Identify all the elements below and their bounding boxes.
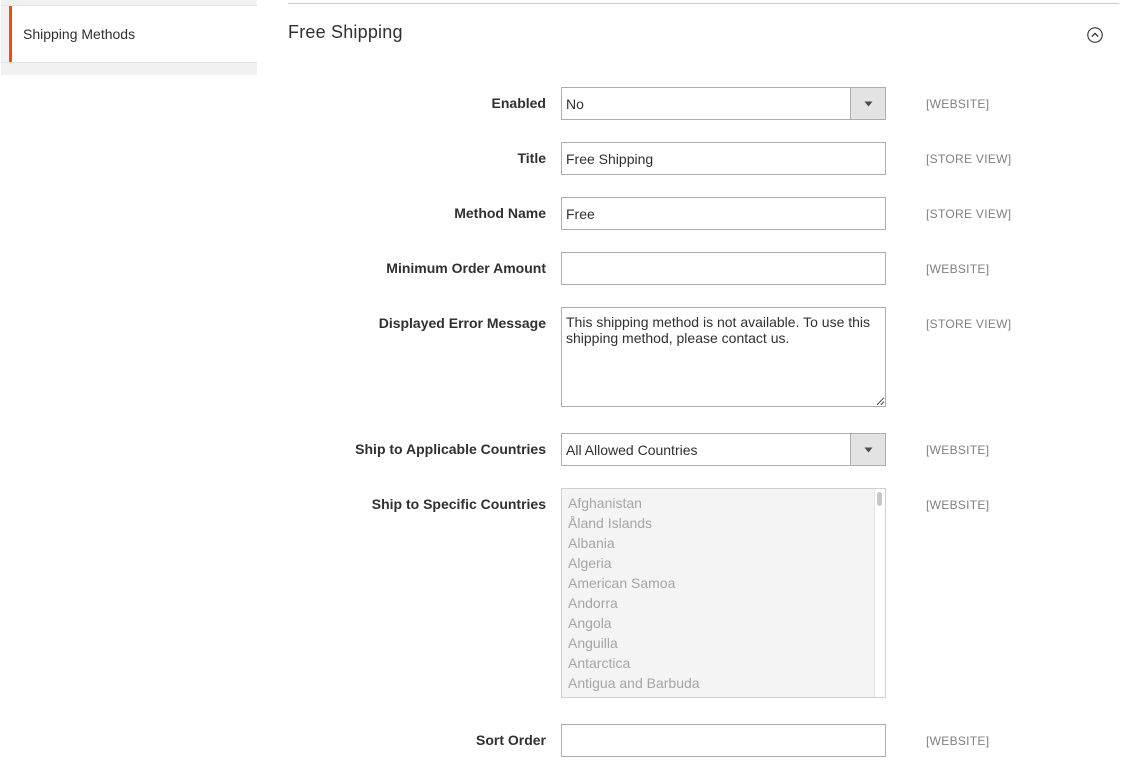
country-option[interactable]: Andorra [562, 593, 885, 613]
method-name-input-value: Free [566, 205, 595, 222]
enabled-select[interactable]: No [561, 87, 886, 120]
error-message-label: Displayed Error Message [378, 315, 546, 331]
specific-countries-scope: [WEBSITE] [926, 498, 990, 512]
country-option[interactable]: Åland Islands [562, 513, 885, 533]
section-title[interactable]: Free Shipping [288, 22, 403, 43]
method-name-scope: [STORE VIEW] [926, 207, 1012, 221]
specific-countries-label: Ship to Specific Countries [371, 496, 546, 512]
sort-order-label: Sort Order [475, 732, 546, 748]
applicable-countries-scope: [WEBSITE] [926, 443, 990, 457]
country-option[interactable]: Albania [562, 533, 885, 553]
sidebar-item-label: Shipping Methods [23, 26, 136, 42]
enabled-scope: [WEBSITE] [926, 97, 990, 111]
method-name-input[interactable]: Free [561, 197, 886, 230]
chevron-up-circle-icon[interactable] [1087, 27, 1103, 43]
multiselect-scrollbar[interactable] [874, 489, 885, 697]
min-order-amount-label: Minimum Order Amount [386, 260, 546, 276]
error-message-scope: [STORE VIEW] [926, 317, 1012, 331]
resize-grip-icon[interactable] [876, 397, 884, 405]
country-option[interactable]: Antarctica [562, 653, 885, 673]
caret-down-icon [864, 447, 872, 452]
enabled-select-value: No [566, 95, 584, 112]
enabled-select-toggle[interactable] [850, 88, 885, 119]
country-option[interactable]: Antigua and Barbuda [562, 673, 885, 693]
title-label: Title [517, 150, 546, 166]
country-option[interactable]: Anguilla [562, 633, 885, 653]
sidebar-divider [1, 62, 257, 63]
applicable-countries-select[interactable]: All Allowed Countries [561, 433, 886, 466]
title-input[interactable]: Free Shipping [561, 142, 886, 175]
sidebar-item-shipping-methods[interactable]: Shipping Methods [9, 6, 257, 62]
error-message-textarea[interactable]: This shipping method is not available. T… [561, 307, 886, 407]
sidebar: Shipping Methods [1, 0, 257, 75]
min-order-amount-scope: [WEBSITE] [926, 262, 990, 276]
config-page: Shipping Methods Free Shipping Enabled N… [0, 0, 1132, 776]
country-option[interactable]: American Samoa [562, 573, 885, 593]
country-option[interactable]: Afghanistan [562, 493, 885, 513]
applicable-countries-select-toggle[interactable] [850, 434, 885, 465]
sort-order-scope: [WEBSITE] [926, 734, 990, 748]
error-message-textarea-value: This shipping method is not available. T… [566, 314, 871, 346]
country-option[interactable]: Algeria [562, 553, 885, 573]
section-divider [288, 3, 1119, 4]
applicable-countries-select-value: All Allowed Countries [566, 441, 698, 458]
applicable-countries-label: Ship to Applicable Countries [355, 441, 546, 457]
sort-order-input[interactable] [561, 724, 886, 757]
min-order-amount-input[interactable] [561, 252, 886, 285]
caret-down-icon [864, 101, 872, 106]
enabled-label: Enabled [491, 95, 546, 111]
title-input-value: Free Shipping [566, 150, 654, 167]
specific-countries-multiselect[interactable]: Afghanistan Åland Islands Albania Algeri… [561, 488, 886, 698]
method-name-label: Method Name [454, 205, 546, 221]
multiselect-scrollbar-thumb[interactable] [877, 492, 882, 506]
title-scope: [STORE VIEW] [926, 152, 1012, 166]
country-option[interactable]: Angola [562, 613, 885, 633]
